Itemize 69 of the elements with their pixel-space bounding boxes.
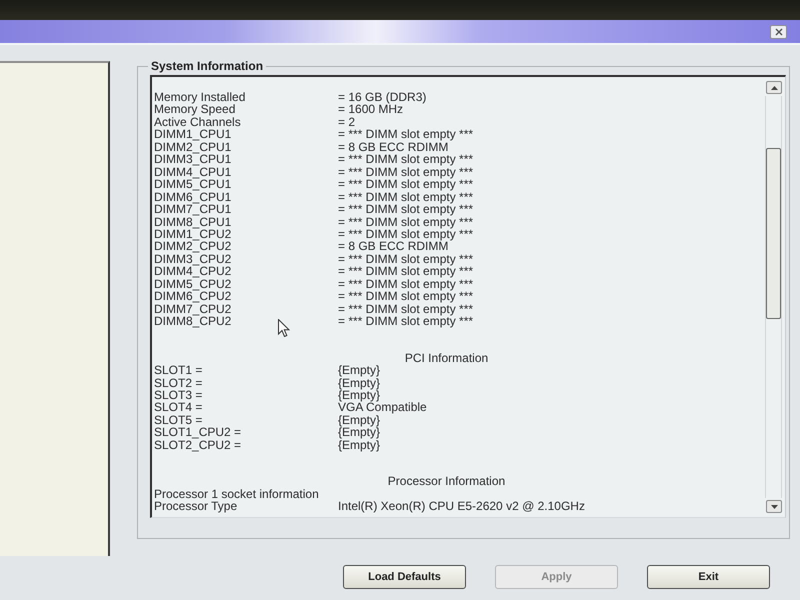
info-label: DIMM3_CPU1 (154, 153, 232, 166)
section-heading: PCI Information (404, 350, 488, 365)
info-value: = *** DIMM slot empty *** (338, 178, 474, 191)
info-label: DIMM7_CPU2 (154, 302, 232, 316)
info-label: DIMM2_CPU2 (154, 240, 232, 253)
info-value: = *** DIMM slot empty *** (338, 278, 474, 290)
info-label: DIMM3_CPU2 (154, 252, 232, 266)
exit-button[interactable]: Exit (647, 565, 770, 589)
info-value: = 8 GB ECC RDIMM (338, 240, 448, 253)
info-value: = *** DIMM slot empty *** (338, 190, 474, 204)
info-value: {Empty} (338, 414, 380, 426)
info-value: {Empty} (338, 376, 380, 389)
info-label: DIMM5_CPU2 (154, 278, 232, 290)
info-value: = 2 (338, 116, 356, 128)
info-value: = *** DIMM slot empty *** (338, 128, 474, 141)
info-value: VGA Compatible (338, 401, 427, 414)
info-label: Processor 1 socket information (154, 488, 319, 500)
info-value: = *** DIMM slot empty *** (338, 228, 474, 240)
info-value: = *** DIMM slot empty *** (338, 153, 474, 166)
info-label: SLOT4 = (154, 401, 202, 414)
info-label: Memory Speed (154, 103, 236, 116)
mouse-pointer-icon (278, 319, 290, 337)
group-title: System Information (150, 60, 264, 72)
info-value: = *** DIMM slot empty *** (338, 166, 474, 178)
info-value: {Empty} (338, 388, 380, 402)
scrollbar-thumb[interactable] (766, 148, 781, 319)
load-defaults-button[interactable]: Load Defaults (343, 565, 466, 589)
info-label: DIMM7_CPU1 (154, 203, 232, 216)
info-label: SLOT5 = (154, 414, 202, 426)
close-button[interactable] (770, 24, 787, 38)
info-value: = 8 GB ECC RDIMM (338, 140, 448, 154)
info-label: SLOT1_CPU2 = (154, 426, 242, 439)
info-value: = *** DIMM slot empty *** (338, 315, 474, 328)
info-value: = *** DIMM slot empty *** (338, 265, 474, 278)
scroll-up-button[interactable] (766, 81, 782, 94)
scroll-down-button[interactable] (766, 500, 782, 513)
info-label: DIMM6_CPU2 (154, 290, 232, 303)
info-value: = 1600 MHz (338, 103, 404, 116)
info-label: SLOT2 = (154, 376, 202, 389)
info-label: SLOT2_CPU2 = (154, 438, 242, 452)
down-triangle-icon (770, 504, 778, 508)
info-label: DIMM8_CPU1 (154, 216, 232, 228)
info-label: Memory Installed (154, 91, 246, 104)
info-value: = 16 GB (DDR3) (338, 91, 426, 104)
info-label: SLOT3 = (154, 388, 202, 402)
info-label: DIMM1_CPU1 (154, 128, 232, 141)
info-value: = *** DIMM slot empty *** (338, 302, 474, 316)
up-triangle-icon (770, 86, 778, 90)
info-value: = *** DIMM slot empty *** (338, 203, 474, 216)
close-icon (774, 28, 782, 36)
info-value: {Empty} (338, 438, 380, 452)
info-label: DIMM1_CPU2 (154, 228, 232, 240)
info-value: = *** DIMM slot empty *** (338, 216, 474, 228)
info-value: {Empty} (338, 426, 380, 439)
info-label: DIMM8_CPU2 (154, 315, 232, 328)
info-value: Intel(R) Xeon(R) CPU E5-2620 v2 @ 2.10GHz (338, 500, 585, 513)
info-label: DIMM4_CPU2 (154, 265, 232, 278)
info-label: DIMM2_CPU1 (154, 140, 232, 154)
info-label: DIMM4_CPU1 (154, 166, 232, 178)
info-label: Processor Type (154, 500, 238, 513)
info-value: = *** DIMM slot empty *** (338, 252, 474, 266)
info-label: Active Channels (154, 116, 241, 128)
section-heading: Processor Information (388, 474, 506, 488)
info-label: DIMM5_CPU1 (154, 178, 232, 191)
info-label: DIMM6_CPU1 (154, 190, 232, 204)
scrollbar-track[interactable] (765, 96, 782, 498)
info-label: SLOT1 = (154, 364, 202, 377)
info-value: {Empty} (338, 364, 380, 377)
info-value: = *** DIMM slot empty *** (338, 290, 474, 303)
